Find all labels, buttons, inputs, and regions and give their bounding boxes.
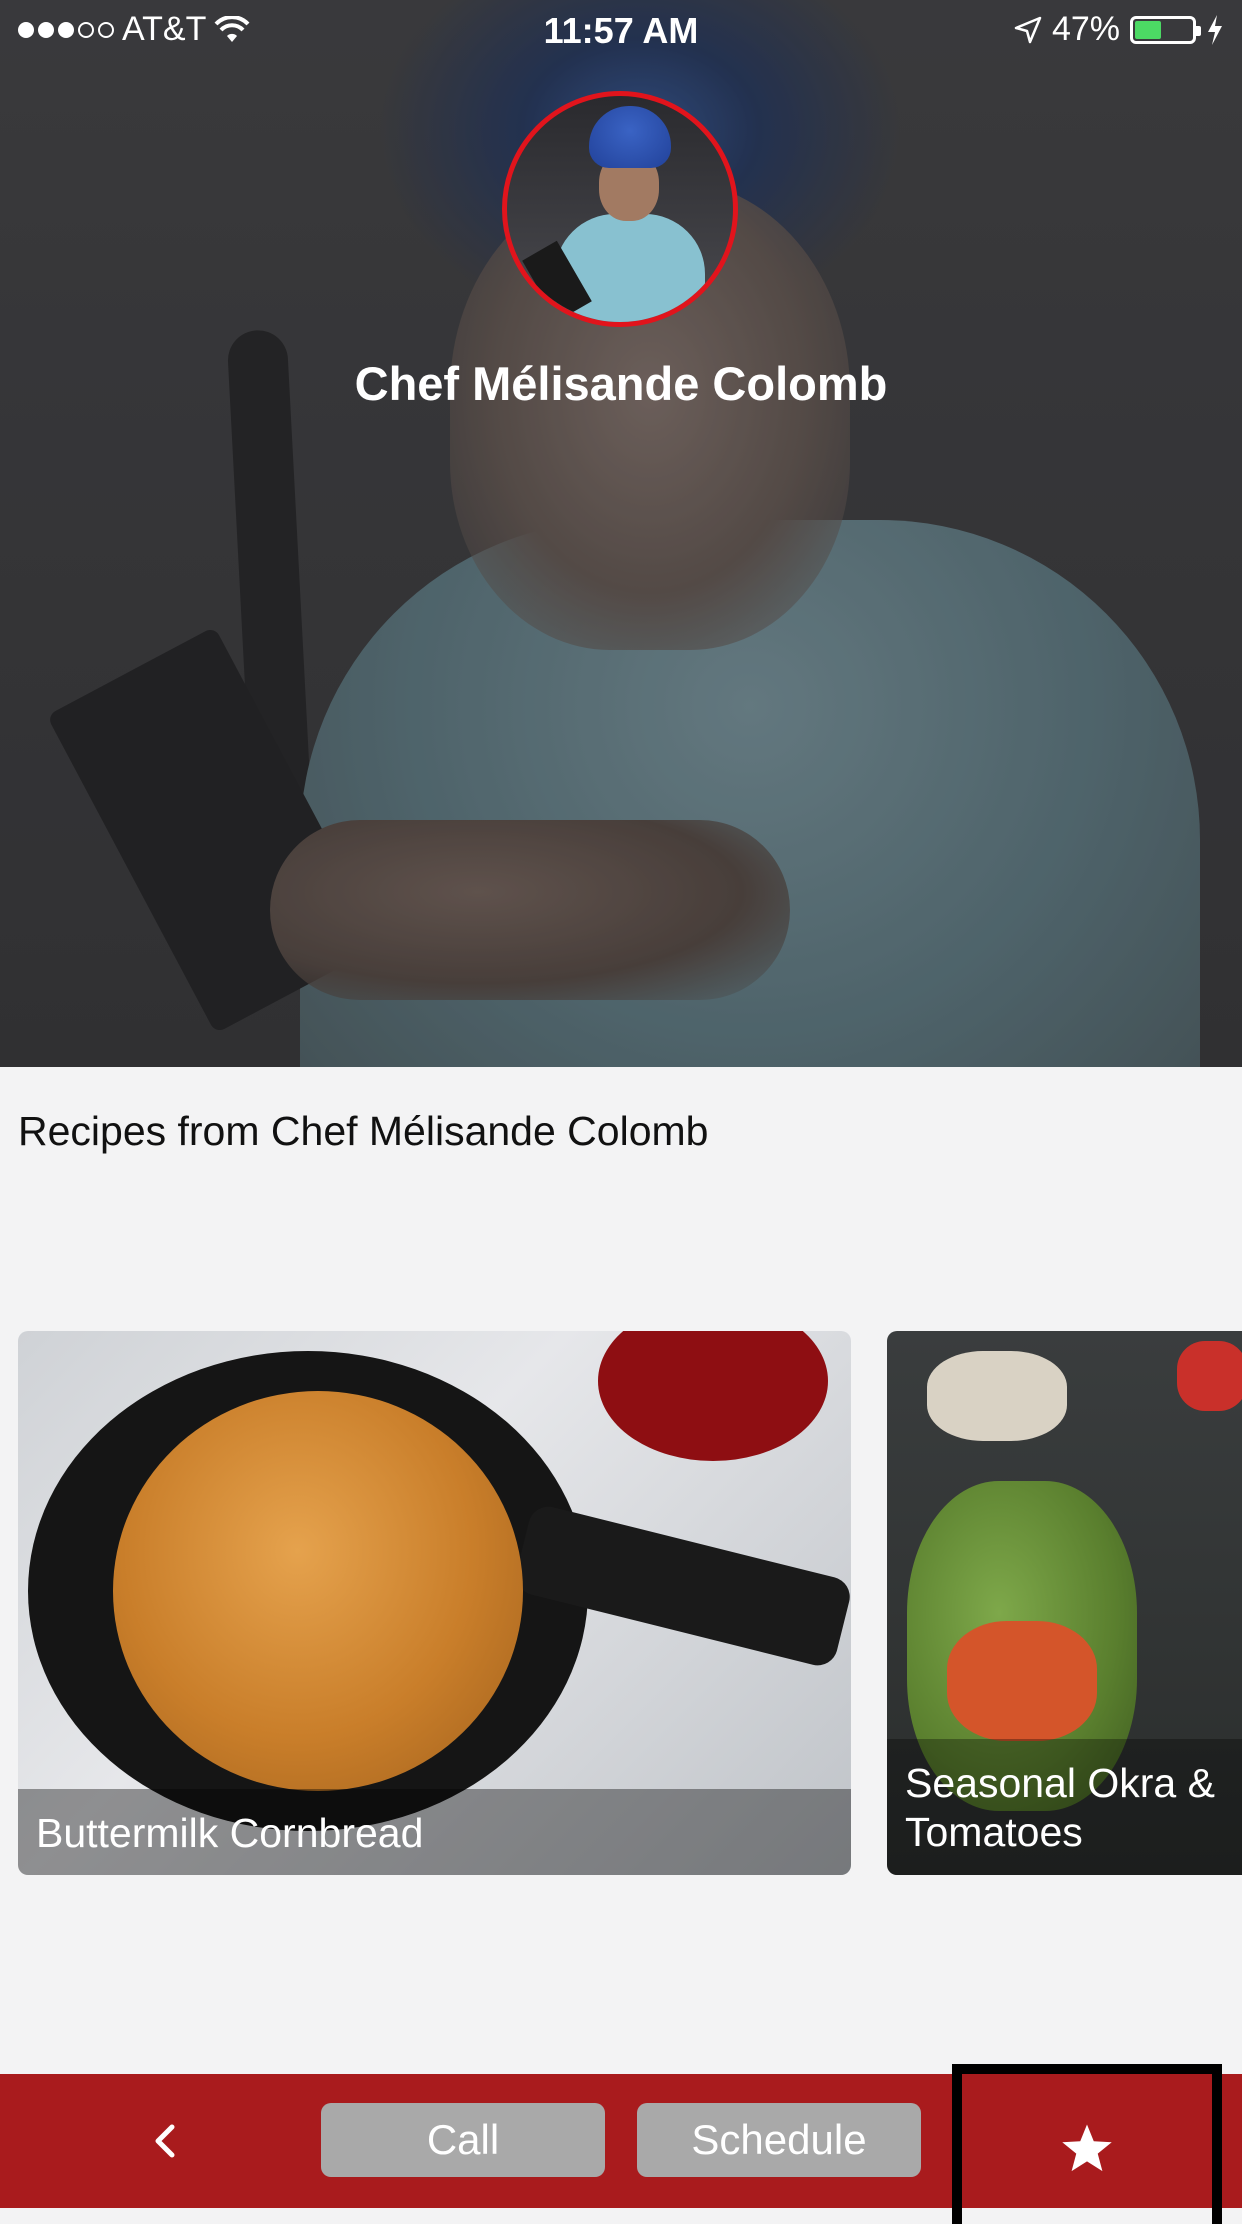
battery-level-fill bbox=[1135, 20, 1161, 39]
bolt-icon bbox=[1208, 14, 1222, 45]
status-bar: AT&T 11:57 AM 47% bbox=[0, 0, 1242, 60]
chef-name: Chef Mélisande Colomb bbox=[354, 357, 888, 410]
back-button[interactable] bbox=[130, 2104, 200, 2178]
avatar-body-shape bbox=[555, 214, 705, 322]
avatar-turban-shape bbox=[589, 106, 671, 168]
bottom-action-bar: Call Schedule bbox=[0, 2064, 1242, 2224]
favorite-button[interactable] bbox=[952, 2064, 1222, 2224]
battery-percent: 47% bbox=[1051, 10, 1120, 48]
recipe-card-title: Seasonal Okra & Tomatoes bbox=[887, 1738, 1242, 1875]
call-button[interactable]: Call bbox=[321, 2103, 605, 2177]
recipe-image-tomato bbox=[947, 1621, 1097, 1741]
recipes-section-title: Recipes from Chef Mélisande Colomb bbox=[18, 1108, 709, 1154]
chef-avatar bbox=[502, 91, 738, 327]
recipe-image-oven-mitt bbox=[598, 1331, 828, 1461]
recipes-carousel[interactable]: Buttermilk Cornbread Seasonal Okra & Tom… bbox=[0, 1331, 1242, 1875]
chevron-left-icon bbox=[155, 2124, 175, 2158]
status-right: 47% bbox=[1014, 10, 1224, 49]
recipe-image-tomato-small bbox=[1177, 1341, 1242, 1411]
recipe-card[interactable]: Seasonal Okra & Tomatoes bbox=[887, 1331, 1242, 1875]
battery-tip bbox=[1196, 25, 1201, 36]
recipe-image-onion bbox=[927, 1351, 1067, 1441]
recipe-image-cornbread bbox=[113, 1391, 523, 1791]
star-icon bbox=[1062, 2124, 1112, 2172]
recipe-card[interactable]: Buttermilk Cornbread bbox=[18, 1331, 851, 1875]
battery-icon bbox=[1130, 15, 1201, 44]
location-arrow-icon bbox=[1014, 16, 1042, 43]
schedule-button[interactable]: Schedule bbox=[637, 2103, 921, 2177]
recipe-card-title: Buttermilk Cornbread bbox=[18, 1789, 851, 1875]
